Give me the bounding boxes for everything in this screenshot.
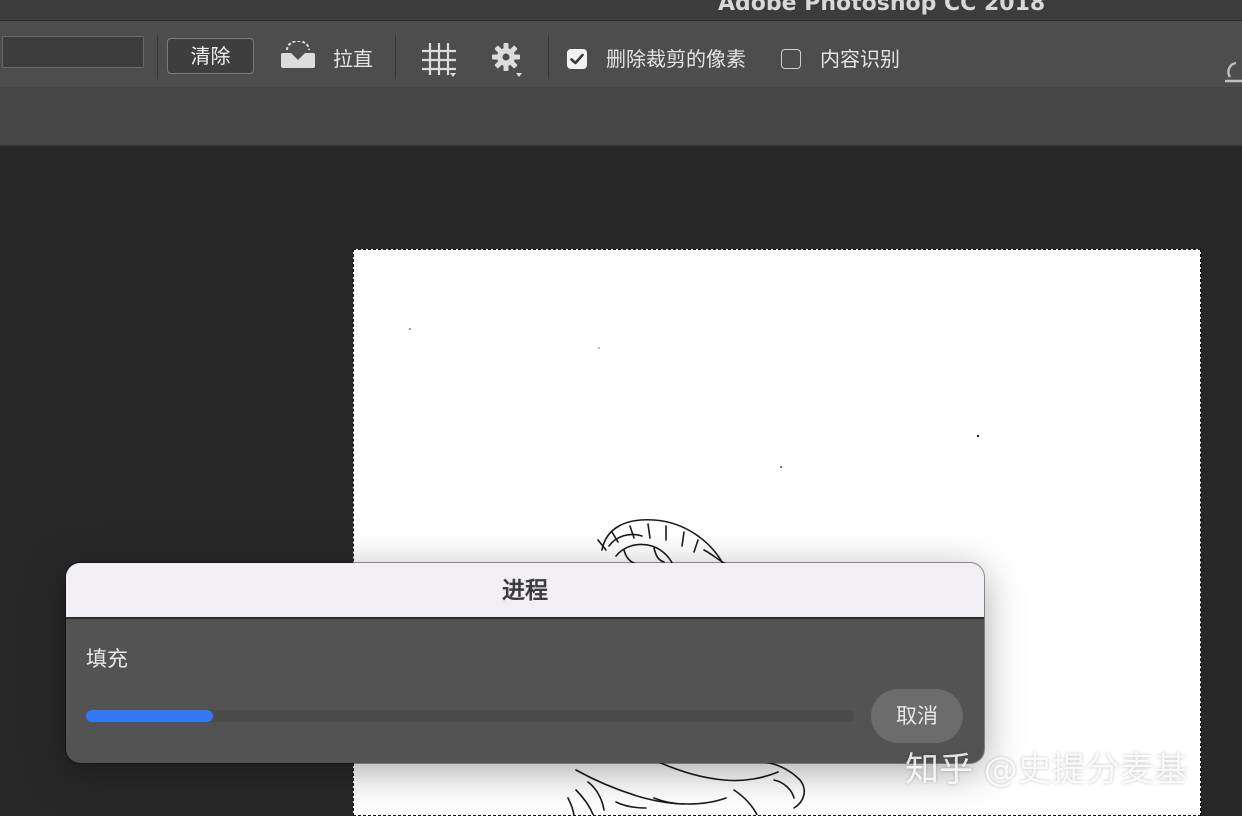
- progress-dialog: 进程 填充 取消: [66, 563, 984, 763]
- watermark: 知乎 @史提分麦基: [905, 750, 1188, 790]
- progress-bar-fill: [86, 710, 214, 722]
- straighten-icon[interactable]: [279, 41, 317, 71]
- app-title: Adobe Photoshop CC 2018: [718, 0, 1046, 16]
- options-divider: [395, 35, 396, 79]
- content-aware-label[interactable]: 内容识别: [820, 43, 900, 72]
- options-divider: [157, 35, 158, 79]
- task-label: 填充: [86, 647, 128, 671]
- gear-icon[interactable]: [490, 41, 528, 79]
- document-tabs-bar: [0, 87, 1242, 146]
- straighten-label: 拉直: [333, 47, 373, 71]
- dialog-title: 进程: [502, 578, 548, 604]
- dialog-header: 进程: [66, 563, 984, 619]
- cancel-button[interactable]: 取消: [871, 689, 963, 743]
- aspect-ratio-field[interactable]: [2, 36, 144, 68]
- delete-cropped-pixels-checkbox[interactable]: [567, 49, 587, 69]
- grid-overlay-icon[interactable]: [420, 41, 458, 79]
- progress-bar: [86, 710, 854, 722]
- delete-cropped-pixels-label[interactable]: 删除裁剪的像素: [606, 43, 746, 72]
- commit-icon[interactable]: [1222, 59, 1242, 89]
- options-divider: [548, 35, 549, 79]
- title-bar: Adobe Photoshop CC 2018: [0, 0, 1242, 20]
- options-bar: 清除 拉直 删除裁剪的像素 内容识别: [0, 20, 1242, 88]
- clear-button[interactable]: 清除: [167, 38, 254, 74]
- checkmark-icon: [570, 53, 584, 65]
- content-aware-checkbox[interactable]: [781, 49, 801, 69]
